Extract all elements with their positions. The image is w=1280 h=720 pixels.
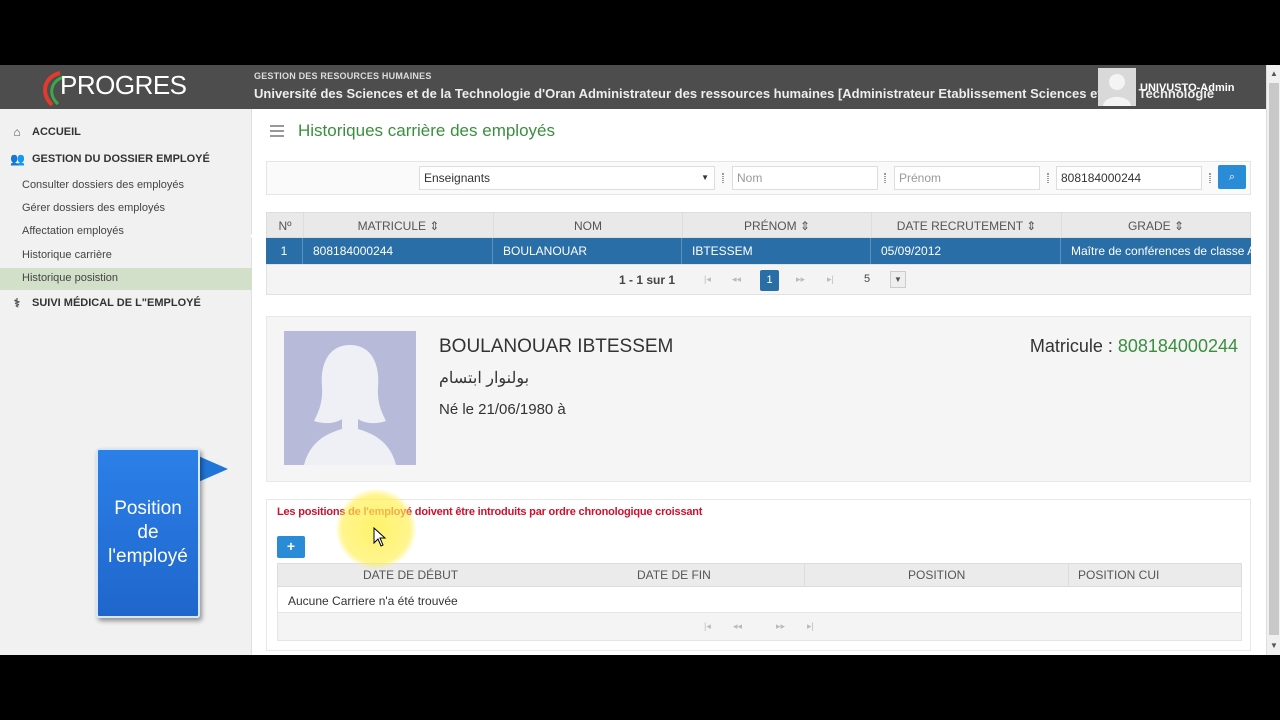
matricule-label: Matricule : [1029, 336, 1118, 356]
add-position-button[interactable]: + [277, 536, 305, 558]
filter-bar: Enseignants ▼ Nom Prénom 808184000244 [266, 161, 1251, 195]
first-page-icon[interactable]: |◂ [704, 621, 711, 632]
next-page-icon[interactable]: ▸▸ [796, 274, 805, 285]
field-grip [1209, 173, 1211, 183]
pager-summary: 1 - 1 sur 1 [619, 273, 676, 287]
scrollbar-thumb[interactable] [1269, 83, 1279, 635]
user-avatar[interactable] [1098, 68, 1136, 106]
positions-table-header: DATE DE DÉBUT DATE DE FIN POSITION POSIT… [277, 563, 1242, 587]
scroll-up-icon[interactable]: ▲ [1267, 67, 1280, 81]
users-icon: 👥 [10, 152, 25, 166]
cell-grade: Maître de conférences de classe A [1071, 244, 1251, 258]
user-silhouette-icon [1098, 68, 1136, 106]
sidebar-item-historique-position[interactable]: Historique posistion [22, 272, 118, 284]
field-grip [1047, 173, 1049, 183]
col-date-recrutement[interactable]: DATE RECRUTEMENT ⇕ [872, 213, 1062, 239]
callout-line: Position [114, 498, 182, 519]
sidebar-section-label: GESTION DU DOSSIER EMPLOYÉ [32, 153, 210, 165]
employee-profile: BOULANOUAR IBTESSEM بولنوار ابتسام Né le… [266, 316, 1251, 482]
prev-page-icon[interactable]: ◂◂ [732, 274, 741, 285]
col-date-debut: DATE DE DÉBUT [363, 568, 459, 582]
home-icon: ⌂ [13, 125, 21, 139]
sidebar-item-affectation[interactable]: Affectation employés [22, 225, 124, 237]
empty-message: Aucune Carriere n'a été trouvée [277, 587, 1242, 613]
dropdown-arrow-icon: ▼ [701, 173, 709, 182]
col-date-fin: DATE DE FIN [637, 568, 711, 582]
page-size-select[interactable]: 5 ▼ [862, 271, 906, 289]
col-num: Nº [267, 213, 304, 239]
menu-toggle-icon[interactable] [270, 125, 284, 137]
header-subtitle: GESTION DES RESOURCES HUMAINES [254, 71, 432, 81]
callout-line: de [137, 522, 159, 543]
sidebar-item-suivi-medical[interactable]: ⚕ SUIVI MÉDICAL DE L"EMPLOYÉ [10, 296, 201, 310]
next-page-icon[interactable]: ▸▸ [776, 621, 785, 632]
category-value: Enseignants [424, 171, 491, 185]
cell-prenom: IBTESSEM [682, 238, 871, 264]
page-size-value: 5 [864, 273, 871, 285]
table-row[interactable]: 1 808184000244 BOULANOUAR IBTESSEM 05/09… [266, 238, 1251, 264]
callout-line: l'employé [108, 546, 188, 567]
prev-page-icon[interactable]: ◂◂ [733, 621, 742, 632]
col-grade[interactable]: GRADE ⇕ [1062, 213, 1250, 239]
cell-nom: BOULANOUAR [493, 238, 682, 264]
top-header: PROGRES GESTION DES RESOURCES HUMAINES U… [0, 65, 1266, 109]
field-grip [722, 173, 724, 183]
nom-input[interactable]: Nom [732, 166, 878, 190]
col-divider [804, 564, 805, 587]
logo-text: PROGRES [60, 70, 187, 100]
chronology-warning: Les positions de l'employé doivent être … [277, 506, 703, 518]
progres-logo[interactable]: PROGRES [38, 67, 187, 107]
matricule-value: 808184000244 [1117, 336, 1238, 356]
app-window: PROGRES GESTION DES RESOURCES HUMAINES U… [0, 65, 1280, 655]
cell-num: 1 [266, 238, 303, 264]
search-button[interactable]: ⌕ [1218, 165, 1246, 189]
sidebar-section-dossier[interactable]: 👥 GESTION DU DOSSIER EMPLOYÉ [10, 152, 210, 166]
callout-tip [196, 455, 228, 483]
cell-matricule: 808184000244 [303, 238, 493, 264]
sidebar-item-label: ACCUEIL [32, 126, 81, 138]
callout-position-employe: Position de l'employé [96, 448, 200, 618]
scroll-down-icon[interactable]: ▼ [1267, 639, 1280, 653]
prenom-input[interactable]: Prénom [894, 166, 1040, 190]
page-title: Historiques carrière des employés [298, 121, 555, 140]
table-header: Nº MATRICULE ⇕ NOM PRÉNOM ⇕ DATE RECRUTE… [266, 212, 1251, 239]
employee-name: BOULANOUAR IBTESSEM [439, 336, 674, 357]
first-page-icon[interactable]: |◂ [704, 274, 711, 285]
sidebar-item-accueil[interactable]: ⌂ ACCUEIL [10, 125, 81, 139]
last-page-icon[interactable]: ▸| [827, 274, 834, 285]
field-grip [884, 173, 886, 183]
chevron-down-icon: ▼ [890, 271, 906, 288]
employee-birth: Né le 21/06/1980 à [439, 401, 566, 418]
employee-photo [284, 331, 416, 465]
col-position-courante: POSITION CUI [1078, 568, 1160, 582]
matricule-input[interactable]: 808184000244 [1056, 166, 1202, 190]
page-title-row: Historiques carrière des employés [270, 121, 555, 141]
col-divider [1068, 564, 1069, 587]
col-nom: NOM [494, 213, 683, 239]
positions-panel: Les positions de l'employé doivent être … [266, 499, 1251, 651]
sidebar-item-label: SUIVI MÉDICAL DE L"EMPLOYÉ [32, 297, 201, 309]
table-pager: 1 - 1 sur 1 |◂ ◂◂ 1 ▸▸ ▸| 5 ▼ [266, 264, 1251, 295]
employee-matricule: Matricule : 808184000244 [1030, 336, 1238, 357]
col-matricule[interactable]: MATRICULE ⇕ [304, 213, 494, 239]
sidebar-item-consulter[interactable]: Consulter dossiers des employés [22, 179, 184, 191]
stethoscope-icon: ⚕ [13, 296, 21, 310]
female-silhouette-icon [284, 331, 416, 465]
col-prenom[interactable]: PRÉNOM ⇕ [683, 213, 872, 239]
col-position: POSITION [908, 568, 966, 582]
positions-pager: |◂ ◂◂ ▸▸ ▸| [277, 613, 1242, 641]
sidebar-item-gerer[interactable]: Gérer dossiers des employés [22, 202, 165, 214]
employee-name-arabic: بولنوار ابتسام [439, 370, 530, 387]
active-item-pointer [250, 231, 255, 241]
vertical-scrollbar[interactable]: ▲ ▼ [1266, 65, 1280, 655]
current-page-button[interactable]: 1 [760, 270, 779, 291]
category-select[interactable]: Enseignants ▼ [419, 166, 715, 190]
user-name[interactable]: UNIVUSTO-Admin [1140, 82, 1235, 94]
sidebar-item-historique-carriere[interactable]: Historique carrière [22, 249, 112, 261]
search-icon: ⌕ [1228, 171, 1236, 183]
cell-date: 05/09/2012 [871, 238, 1061, 264]
last-page-icon[interactable]: ▸| [807, 621, 814, 632]
